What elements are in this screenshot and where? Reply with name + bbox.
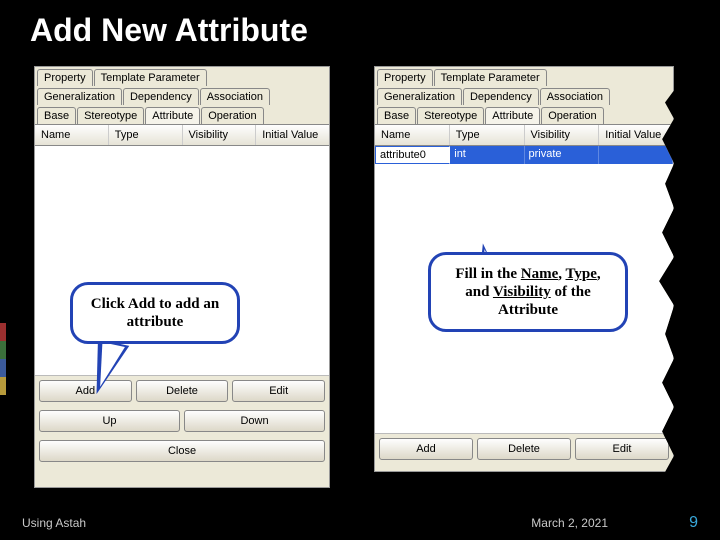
tab-template-parameter[interactable]: Template Parameter <box>434 69 547 86</box>
tab-row-3: Base Stereotype Attribute Operation <box>35 105 329 124</box>
slide-title: Add New Attribute <box>30 12 308 49</box>
tab-stereotype[interactable]: Stereotype <box>77 107 144 124</box>
callout-underline-name: Name <box>521 266 559 282</box>
up-button[interactable]: Up <box>39 410 180 432</box>
callout-text: , <box>558 266 565 282</box>
table-row[interactable]: attribute0 int private <box>375 146 673 164</box>
col-visibility[interactable]: Visibility <box>525 125 600 145</box>
edit-button[interactable]: Edit <box>232 380 325 402</box>
footer-page-number: 9 <box>658 514 698 532</box>
column-headers: Name Type Visibility Initial Value <box>35 124 329 146</box>
tab-row-2: Generalization Dependency Association <box>375 86 673 105</box>
cell-visibility[interactable]: private <box>525 146 599 164</box>
col-name[interactable]: Name <box>375 125 450 145</box>
callout-underline-type: Type <box>566 266 597 282</box>
tab-stereotype[interactable]: Stereotype <box>417 107 484 124</box>
cell-name-editing[interactable]: attribute0 <box>375 146 450 164</box>
button-row-2: Up Down <box>35 406 329 436</box>
tab-row-2: Generalization Dependency Association <box>35 86 329 105</box>
accent-stripe <box>0 323 6 341</box>
tab-template-parameter[interactable]: Template Parameter <box>94 69 207 86</box>
tab-base[interactable]: Base <box>377 107 416 124</box>
delete-button[interactable]: Delete <box>477 438 571 460</box>
footer-left: Using Astah <box>22 516 315 530</box>
col-initial-value[interactable]: Initial Value <box>599 125 673 145</box>
attribute-panel-left: Property Template Parameter Generalizati… <box>34 66 330 488</box>
accent-stripe <box>0 359 6 377</box>
tab-association[interactable]: Association <box>540 88 610 105</box>
callout-underline-visibility: Visibility <box>493 284 551 300</box>
tab-dependency[interactable]: Dependency <box>123 88 199 105</box>
tab-property[interactable]: Property <box>37 69 93 86</box>
button-row-1: Add Delete Edit <box>35 376 329 406</box>
tab-generalization[interactable]: Generalization <box>377 88 462 105</box>
col-name[interactable]: Name <box>35 125 109 145</box>
accent-stripe <box>0 377 6 395</box>
callout-text: Fill in the <box>455 266 520 282</box>
col-visibility[interactable]: Visibility <box>183 125 257 145</box>
cell-initial[interactable] <box>599 146 673 164</box>
tab-operation[interactable]: Operation <box>201 107 263 124</box>
tab-property[interactable]: Property <box>377 69 433 86</box>
edit-button[interactable]: Edit <box>575 438 669 460</box>
tab-association[interactable]: Association <box>200 88 270 105</box>
down-button[interactable]: Down <box>184 410 325 432</box>
tab-row-1: Property Template Parameter <box>375 67 673 86</box>
tab-row-1: Property Template Parameter <box>35 67 329 86</box>
tab-generalization[interactable]: Generalization <box>37 88 122 105</box>
column-headers: Name Type Visibility Initial Value <box>375 124 673 146</box>
add-button[interactable]: Add <box>379 438 473 460</box>
cell-type[interactable]: int <box>450 146 524 164</box>
callout-click-add: Click Add to add an attribute <box>70 282 240 344</box>
tab-dependency[interactable]: Dependency <box>463 88 539 105</box>
tab-operation[interactable]: Operation <box>541 107 603 124</box>
col-type[interactable]: Type <box>109 125 183 145</box>
button-row-1: Add Delete Edit <box>375 434 673 464</box>
tab-row-3: Base Stereotype Attribute Operation <box>375 105 673 124</box>
footer-date: March 2, 2021 <box>315 516 658 530</box>
tab-attribute[interactable]: Attribute <box>145 107 200 124</box>
col-initial-value[interactable]: Initial Value <box>256 125 329 145</box>
col-type[interactable]: Type <box>450 125 525 145</box>
delete-button[interactable]: Delete <box>136 380 229 402</box>
slide-footer: Using Astah March 2, 2021 9 <box>0 514 720 532</box>
tab-attribute[interactable]: Attribute <box>485 107 540 124</box>
callout-fill-in: Fill in the Name, Type, and Visibility o… <box>428 252 628 332</box>
button-row-3: Close <box>35 436 329 466</box>
tab-base[interactable]: Base <box>37 107 76 124</box>
close-button[interactable]: Close <box>39 440 325 462</box>
accent-stripe <box>0 341 6 359</box>
